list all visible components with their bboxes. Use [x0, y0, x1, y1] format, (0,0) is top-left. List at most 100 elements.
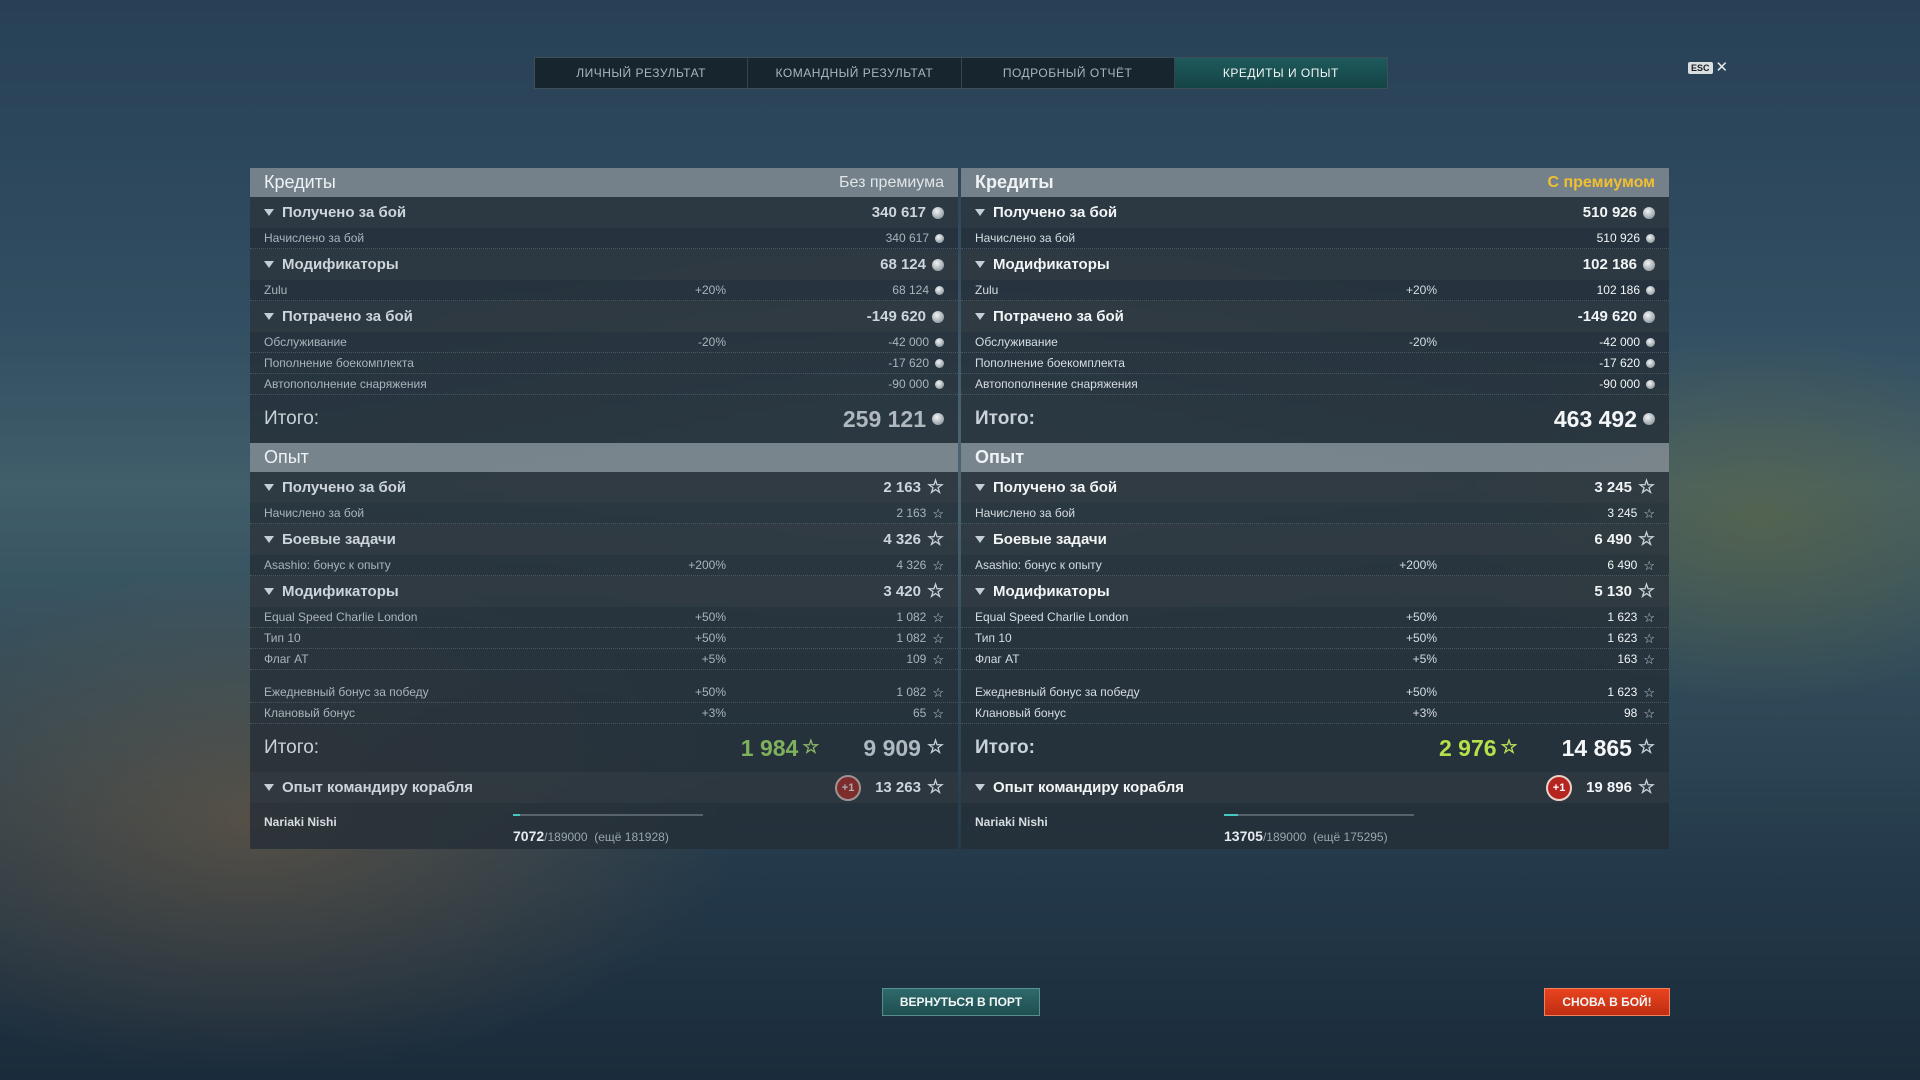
section-value: -149 620 [866, 308, 926, 325]
tab-detailed-report[interactable]: ПОДРОБНЫЙ ОТЧЁТ [962, 58, 1175, 88]
section-value: 510 926 [1582, 204, 1637, 221]
item-value: 98 [1623, 706, 1638, 720]
tab-personal-result[interactable]: ЛИЧНЫЙ РЕЗУЛЬТАТ [535, 58, 749, 88]
item-label: Пополнение боекомплекта [264, 356, 414, 370]
credits-icon [935, 358, 944, 368]
commander-progress-text: 13705/189000 (ещё 175295) [1224, 828, 1388, 844]
commander-progress: Nariaki Nishi 7072/189000 (ещё 181928) [250, 803, 958, 849]
list-item: Автопополнение снаряжения -90 000 [961, 374, 1669, 395]
credits-total: Итого: 463 492 [961, 395, 1669, 443]
collapse-icon [264, 484, 274, 491]
xp-star-icon: ☆ [932, 705, 944, 721]
xp-star-icon: ☆ [926, 476, 944, 498]
xp-earned-row[interactable]: Получено за бой 2 163 ☆ [250, 472, 958, 503]
list-item: Equal Speed Charlie London +50% 1 623 ☆ [961, 607, 1669, 628]
section-label: Потрачено за бой [993, 308, 1124, 325]
xp-star-icon: ☆ [1643, 651, 1655, 667]
item-percent: +200% [688, 558, 726, 572]
item-percent: +5% [1412, 652, 1437, 666]
section-label: Модификаторы [993, 256, 1110, 273]
collapse-icon [264, 784, 274, 791]
item-value: 2 163 [896, 506, 927, 520]
item-value: 1 623 [1607, 685, 1638, 699]
xp-tasks-row[interactable]: Боевые задачи 6 490 ☆ [961, 524, 1669, 555]
credits-icon [1646, 337, 1655, 347]
commander-xp-row[interactable]: Опыт командиру корабля +1 19 896 ☆ [961, 772, 1669, 803]
credits-icon [1646, 233, 1655, 243]
collapse-icon [264, 313, 274, 320]
xp-modifiers-row[interactable]: Модификаторы 3 420 ☆ [250, 576, 958, 607]
credits-spent-row[interactable]: Потрачено за бой -149 620 [961, 301, 1669, 332]
item-value: 1 082 [896, 631, 927, 645]
item-percent: +3% [1412, 706, 1437, 720]
xp-star-icon: ☆ [932, 630, 944, 646]
item-label: Asashio: бонус к опыту [975, 558, 1102, 572]
item-value: 3 245 [1607, 506, 1638, 520]
section-value: 3 245 [1594, 479, 1632, 496]
credits-title: Кредиты [975, 172, 1054, 192]
free-xp-value: 2 976 [1438, 734, 1497, 761]
close-icon: ✕ [1715, 59, 1729, 76]
item-label: Начислено за бой [264, 506, 365, 520]
item-value: -90 000 [888, 377, 929, 391]
list-item: Флаг AT +5% 109 ☆ [250, 649, 958, 670]
item-value: 1 082 [896, 610, 927, 624]
esc-close-button[interactable]: ESC ✕ [1688, 59, 1729, 76]
list-item: Пополнение боекомплекта -17 620 [961, 353, 1669, 374]
section-value: 19 896 [1586, 779, 1632, 796]
tab-credits-xp[interactable]: КРЕДИТЫ И ОПЫТ [1174, 58, 1387, 88]
total-label: Итого: [264, 408, 320, 429]
xp-header: Опыт [250, 443, 958, 472]
panel-premium: Кредиты С премиумом Получено за бой 510 … [961, 168, 1669, 849]
item-value: 4 326 [896, 558, 927, 572]
credits-earned-row[interactable]: Получено за бой 340 617 [250, 197, 958, 228]
credits-header: Кредиты С премиумом [961, 168, 1669, 197]
battle-again-button[interactable]: СНОВА В БОЙ! [1544, 988, 1670, 1016]
xp-star-icon: ☆ [1637, 737, 1655, 758]
credits-spent-row[interactable]: Потрачено за бой -149 620 [250, 301, 958, 332]
item-percent: +50% [1405, 610, 1437, 624]
progress-remaining: (ещё 175295) [1313, 830, 1388, 844]
list-item: Asashio: бонус к опыту +200% 6 490 ☆ [961, 555, 1669, 576]
total-value: 463 492 [1553, 405, 1637, 432]
progress-max: /189000 [544, 830, 588, 844]
credits-icon [1643, 258, 1655, 271]
collapse-icon [975, 484, 985, 491]
credits-earned-row[interactable]: Получено за бой 510 926 [961, 197, 1669, 228]
progress-current: 13705 [1224, 828, 1263, 844]
total-value: 259 121 [842, 405, 926, 432]
collapse-icon [975, 588, 985, 595]
item-label: Флаг AT [264, 652, 309, 666]
item-label: Клановый бонус [264, 706, 356, 720]
tab-bar: ЛИЧНЫЙ РЕЗУЛЬТАТ КОМАНДНЫЙ РЕЗУЛЬТАТ ПОД… [534, 57, 1388, 89]
credits-modifiers-row[interactable]: Модификаторы 68 124 [250, 249, 958, 280]
xp-modifiers-row[interactable]: Модификаторы 5 130 ☆ [961, 576, 1669, 607]
section-label: Модификаторы [282, 256, 399, 273]
item-percent: +20% [1405, 283, 1437, 297]
xp-star-icon: ☆ [926, 528, 944, 550]
item-value: 163 [1617, 652, 1638, 666]
item-label: Zulu [975, 283, 999, 297]
item-value: 1 623 [1607, 610, 1638, 624]
xp-star-icon: ☆ [1637, 528, 1655, 550]
item-value: -90 000 [1599, 377, 1640, 391]
item-label: Обслуживание [264, 335, 347, 349]
list-item: Начислено за бой 340 617 [250, 228, 958, 249]
credits-icon [1643, 310, 1655, 323]
total-label: Итого: [975, 408, 1035, 429]
list-item: Asashio: бонус к опыту +200% 4 326 ☆ [250, 555, 958, 576]
credits-icon [932, 258, 944, 271]
free-xp-star-icon: ☆ [1500, 737, 1518, 758]
xp-earned-row[interactable]: Получено за бой 3 245 ☆ [961, 472, 1669, 503]
collapse-icon [975, 313, 985, 320]
commander-xp-row[interactable]: Опыт командиру корабля +1 13 263 ☆ [250, 772, 958, 803]
tab-team-result[interactable]: КОМАНДНЫЙ РЕЗУЛЬТАТ [748, 58, 962, 88]
list-item: Ежедневный бонус за победу +50% 1 082 ☆ [250, 682, 958, 703]
credits-modifiers-row[interactable]: Модификаторы 102 186 [961, 249, 1669, 280]
return-to-port-button[interactable]: ВЕРНУТЬСЯ В ПОРТ [882, 988, 1040, 1016]
item-value: -42 000 [888, 335, 929, 349]
section-label: Потрачено за бой [282, 308, 413, 325]
xp-tasks-row[interactable]: Боевые задачи 4 326 ☆ [250, 524, 958, 555]
section-value: 2 163 [883, 479, 921, 496]
